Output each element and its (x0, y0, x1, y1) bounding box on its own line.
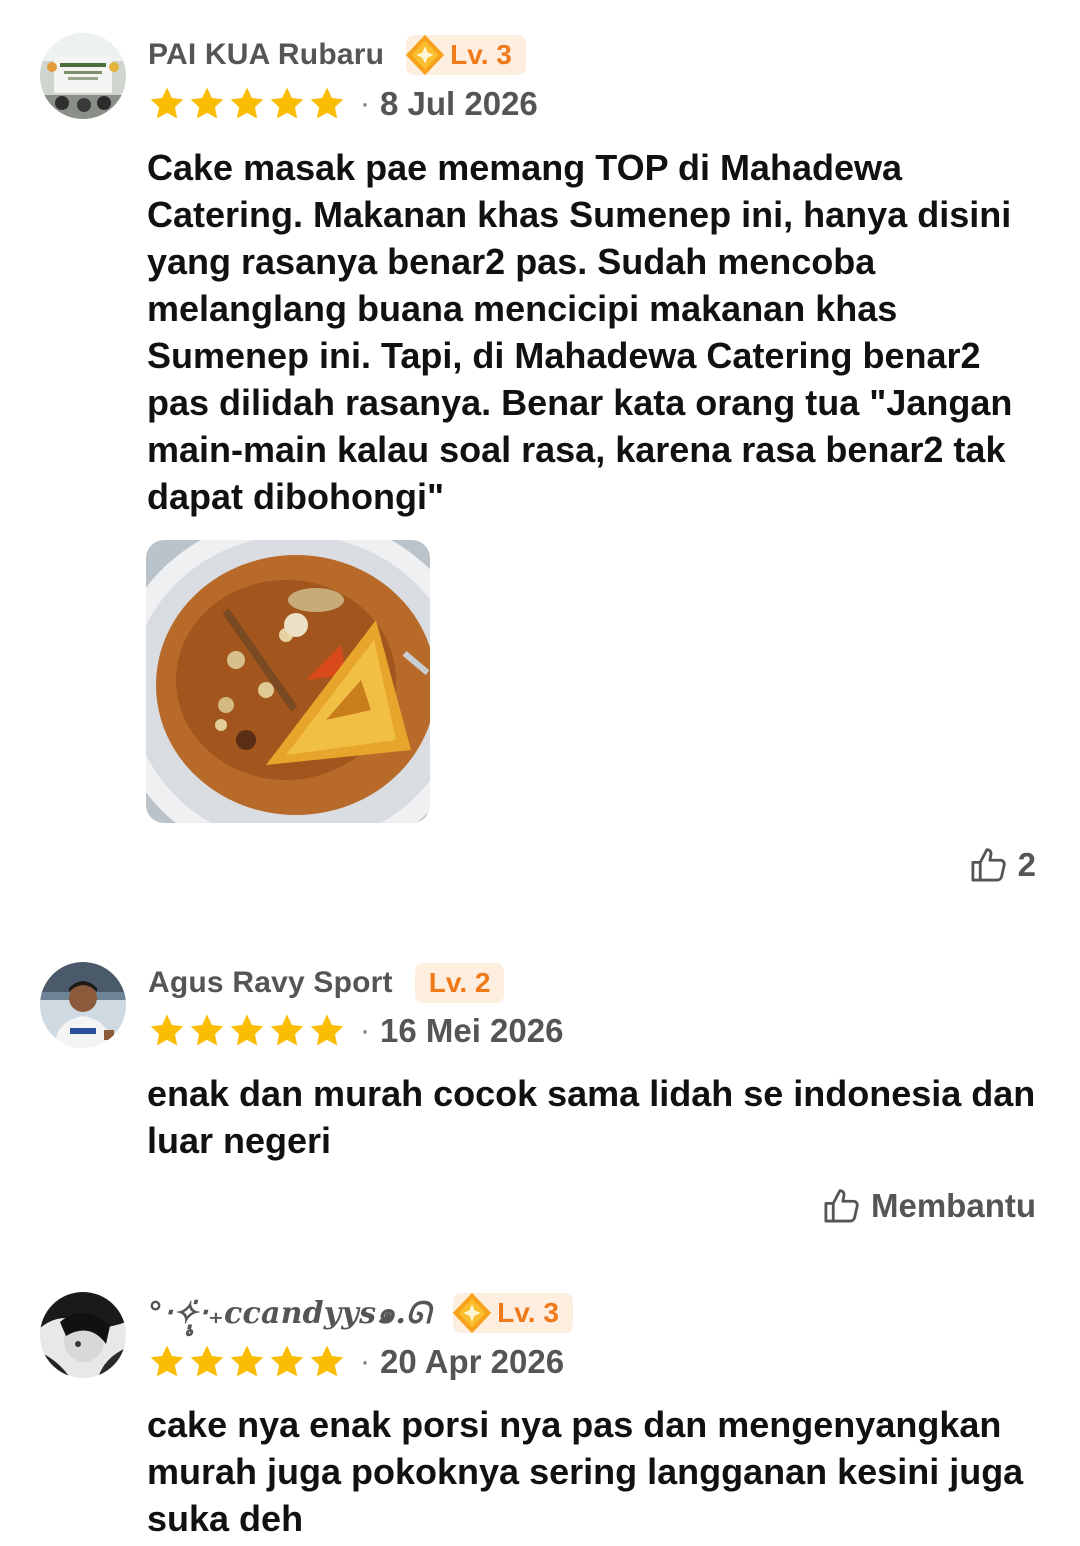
star-icon (268, 1012, 306, 1050)
review-date: 16 Mei 2026 (380, 1012, 564, 1049)
review-text: enak dan murah cocok sama lidah se indon… (147, 1073, 1036, 1161)
thumbs-up-icon (821, 1185, 863, 1227)
rating-row: · 20 Apr 2026 (148, 1340, 564, 1384)
reviewer-header: Agus Ravy Sport Lv. 2 (148, 961, 505, 1005)
star-icon (228, 1343, 266, 1381)
review-photo[interactable] (146, 540, 430, 823)
helpful-button[interactable]: Membantu (821, 1184, 1036, 1228)
star-rating (148, 1343, 346, 1381)
level-badge: Lv. 3 (453, 1293, 573, 1333)
star-icon (148, 85, 186, 123)
reviewer-name[interactable]: Agus Ravy Sport (148, 966, 393, 1000)
avatar[interactable] (40, 962, 126, 1048)
level-badge: Lv. 2 (414, 963, 505, 1003)
thumbs-up-icon (968, 844, 1010, 886)
helpful-label: Membantu (871, 1187, 1036, 1224)
star-icon (188, 1012, 226, 1050)
star-icon (228, 85, 266, 123)
helpful-button[interactable]: 2 (968, 843, 1036, 887)
review-text: cake nya enak porsi nya pas dan mengenya… (147, 1404, 1024, 1539)
level-badge: Lv. 3 (406, 35, 526, 75)
review-card: °‧✧̣̥̇‧₊ccandyys๑.ᘏ Lv. 3 · 20 Apr 2026 … (0, 1250, 1080, 1546)
star-icon (308, 85, 346, 123)
reviewer-name[interactable]: °‧✧̣̥̇‧₊ccandyys๑.ᘏ (148, 1290, 431, 1337)
level-label: Lv. 3 (450, 39, 512, 70)
star-icon (268, 1343, 306, 1381)
separator-dot: · (360, 1014, 370, 1047)
star-icon (268, 85, 306, 123)
review-card: Agus Ravy Sport Lv. 2 · 16 Mei 2026 enak… (0, 920, 1080, 1250)
rating-row: · 16 Mei 2026 (148, 1009, 563, 1053)
avatar[interactable] (40, 33, 126, 119)
review-date: 20 Apr 2026 (380, 1343, 565, 1380)
separator-dot: · (360, 87, 370, 120)
reviewer-name[interactable]: PAI KUA Rubaru (148, 38, 384, 72)
star-icon (148, 1012, 186, 1050)
star-icon (308, 1012, 346, 1050)
rating-row: · 8 Jul 2026 (148, 82, 538, 126)
star-icon (148, 1343, 186, 1381)
level-label: Lv. 2 (428, 967, 491, 998)
diamond-badge-icon (402, 32, 448, 78)
star-rating (148, 85, 346, 123)
star-icon (228, 1012, 266, 1050)
review-date: 8 Jul 2026 (380, 85, 538, 122)
star-icon (188, 1343, 226, 1381)
helpful-count: 2 (1017, 846, 1036, 883)
review-text: Cake masak pae memang TOP di Mahadewa Ca… (147, 147, 1013, 517)
reviewer-header: °‧✧̣̥̇‧₊ccandyys๑.ᘏ Lv. 3 (148, 1291, 573, 1335)
avatar[interactable] (40, 1292, 126, 1378)
separator-dot: · (360, 1345, 370, 1378)
level-label: Lv. 3 (497, 1297, 559, 1328)
star-rating (148, 1012, 346, 1050)
star-icon (188, 85, 226, 123)
review-card: PAI KUA Rubaru Lv. 3 · 8 Jul 2026 Cake m… (0, 0, 1080, 920)
star-icon (308, 1343, 346, 1381)
diamond-badge-icon (449, 1290, 495, 1336)
reviewer-header: PAI KUA Rubaru Lv. 3 (148, 33, 526, 77)
